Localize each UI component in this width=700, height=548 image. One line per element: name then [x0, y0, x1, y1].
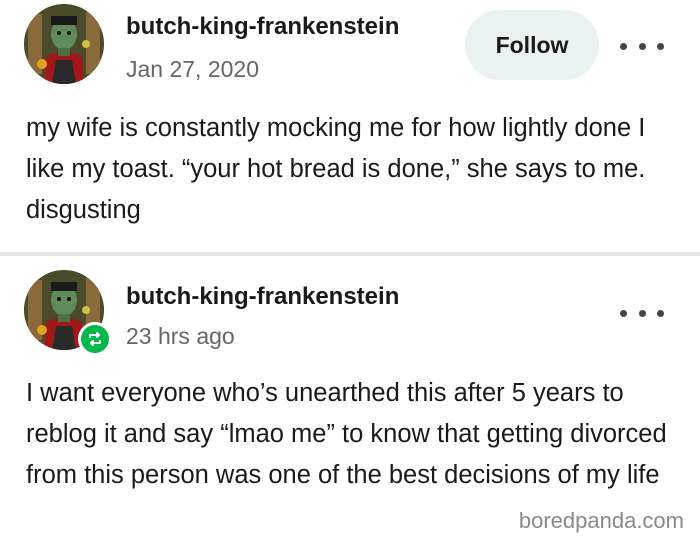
more-options-icon[interactable]	[620, 36, 664, 56]
dot	[638, 309, 646, 317]
more-options-icon[interactable]	[620, 303, 664, 323]
original-post: butch-king-frankenstein Jan 27, 2020 Fol…	[0, 0, 700, 252]
post-timestamp[interactable]: 23 hrs ago	[126, 323, 235, 350]
watermark: boredpanda.com	[518, 508, 684, 533]
reblog-icon	[78, 322, 112, 356]
dot	[620, 309, 627, 317]
dot	[620, 42, 627, 50]
follow-button[interactable]: Follow	[465, 10, 599, 80]
post-body: my wife is constantly mocking me for how…	[26, 114, 646, 224]
dot	[638, 42, 646, 50]
post-username[interactable]: butch-king-frankenstein	[126, 283, 399, 311]
post-timestamp[interactable]: Jan 27, 2020	[126, 56, 259, 83]
reblog-post: butch-king-frankenstein 23 hrs ago I wan…	[0, 256, 700, 548]
frankenstein-avatar-icon	[24, 4, 104, 84]
post-body: I want everyone who’s unearthed this aft…	[26, 379, 667, 489]
dot	[657, 42, 664, 50]
dot	[657, 309, 664, 317]
post-username[interactable]: butch-king-frankenstein	[126, 13, 399, 41]
avatar[interactable]	[24, 4, 104, 84]
